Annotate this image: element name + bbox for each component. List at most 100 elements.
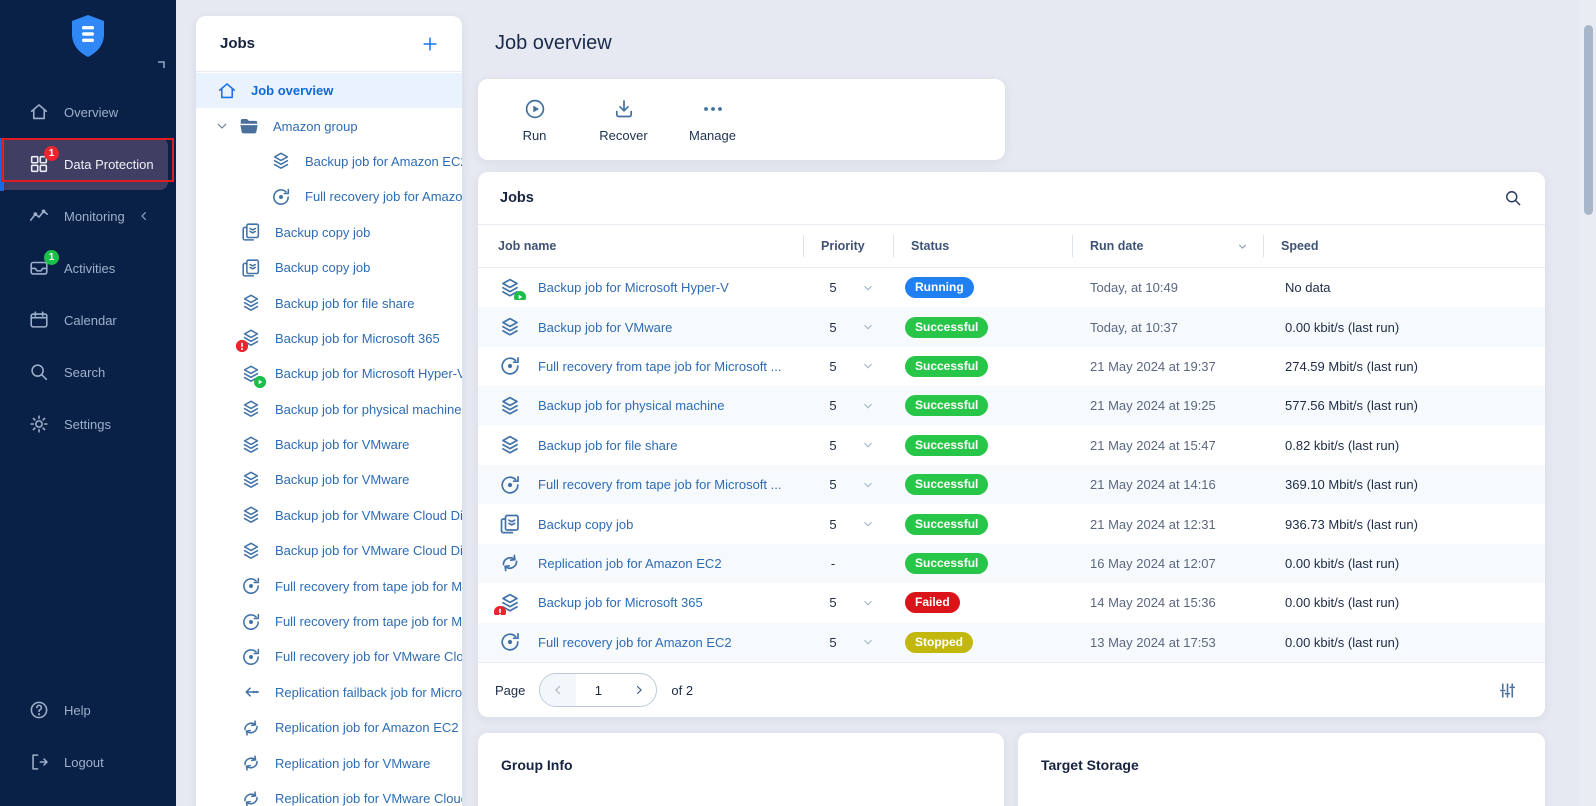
job-name-link[interactable]: Full recovery job for Amazon EC2 (538, 635, 732, 650)
jobs-tree-item[interactable]: Backup job for VMware Cloud Director (196, 498, 462, 533)
speed-cell: 369.10 Mbit/s (last run) (1263, 477, 1545, 492)
job-name-link[interactable]: Backup copy job (538, 517, 633, 532)
jobs-tree-item[interactable]: Backup copy job (196, 250, 462, 285)
sidebar-item-search[interactable]: Search (0, 346, 176, 398)
column-header-status[interactable]: Status (893, 225, 1072, 267)
run-date-cell: 21 May 2024 at 12:31 (1072, 517, 1263, 532)
tree-expander-chevron-icon[interactable] (214, 118, 230, 134)
jobs-tree-item[interactable]: Amazon group (196, 108, 462, 143)
jobs-tree-item[interactable]: Replication job for VMware (196, 745, 462, 780)
sort-chevron-icon[interactable] (1236, 240, 1249, 253)
collapse-chevron-icon[interactable] (137, 209, 151, 223)
job-name-link[interactable]: Full recovery from tape job for Microsof… (538, 477, 781, 492)
column-header-speed[interactable]: Speed (1263, 225, 1545, 267)
column-header-job-name[interactable]: Job name (478, 225, 803, 267)
page-scrollbar-track[interactable] (1580, 0, 1596, 806)
jobs-tree-item[interactable]: Replication job for Amazon EC2 (196, 710, 462, 745)
sidebar-item-label: Logout (64, 755, 104, 770)
next-page-button[interactable] (621, 674, 656, 706)
priority-dropdown-chevron-icon[interactable] (861, 399, 875, 413)
sidebar-item-data-protection[interactable]: 1 Data Protection (0, 138, 168, 190)
priority-dropdown-chevron-icon[interactable] (861, 517, 875, 531)
recovery-job-icon (498, 354, 522, 378)
job-name-link[interactable]: Replication job for Amazon EC2 (538, 556, 722, 571)
priority-dropdown-chevron-icon[interactable] (861, 320, 875, 334)
job-name-link[interactable]: Full recovery from tape job for Microsof… (538, 359, 781, 374)
sidebar-item-calendar[interactable]: Calendar (0, 294, 176, 346)
jobs-tree-item[interactable]: Full recovery from tape job for Microsof… (196, 604, 462, 639)
jobs-tree-item[interactable]: Replication job for VMware Cloud Directo… (196, 781, 462, 806)
page-scrollbar-thumb[interactable] (1584, 25, 1593, 215)
jobs-tree-item[interactable]: Full recovery job for VMware Cloud Direc… (196, 639, 462, 674)
job-name-link[interactable]: Backup job for file share (538, 438, 677, 453)
status-badge: Successful (905, 317, 988, 338)
table-row: Backup job for Microsoft Hyper-V 5 Runni… (478, 268, 1545, 307)
priority-cell: 5 (803, 438, 893, 453)
jobs-tree-item[interactable]: Backup job for Microsoft 365 (196, 321, 462, 356)
jobs-tree-item[interactable]: Backup job for VMware (196, 462, 462, 497)
sidebar-item-activities[interactable]: 1 Activities (0, 242, 176, 294)
priority-value: 5 (817, 477, 849, 492)
notification-badge: 1 (44, 250, 59, 265)
status-badge: Successful (905, 474, 988, 495)
table-settings-sliders-icon[interactable] (1498, 681, 1517, 700)
jobs-tree-item[interactable]: Replication failback job for Microsoft H… (196, 675, 462, 710)
recovery-job-icon (498, 473, 522, 497)
status-cell: Successful (893, 553, 1072, 574)
job-name-link[interactable]: Backup job for physical machine (538, 398, 724, 413)
jobs-tree-item[interactable]: Backup job for Amazon EC2 (196, 144, 462, 179)
jobs-table-title: Jobs (500, 190, 534, 206)
sidebar-collapse-corner-icon[interactable] (156, 60, 166, 70)
backup-icon (270, 150, 292, 172)
priority-dropdown-chevron-icon[interactable] (861, 359, 875, 373)
sidebar-item-monitoring[interactable]: Monitoring (0, 190, 176, 242)
status-badge: Successful (905, 395, 988, 416)
manage-button[interactable]: Manage (668, 79, 757, 160)
manage-icon (701, 97, 725, 121)
jobs-tree-item-label: Replication job for Amazon EC2 (275, 720, 459, 735)
backup-job-icon (498, 276, 522, 300)
sidebar-item-overview[interactable]: Overview (0, 86, 176, 138)
prev-page-button[interactable] (540, 674, 575, 706)
job-name-link[interactable]: Backup job for VMware (538, 320, 672, 335)
speed-cell: 274.59 Mbit/s (last run) (1263, 359, 1545, 374)
column-header-priority[interactable]: Priority (803, 225, 893, 267)
jobs-tree-item[interactable]: Backup job for Microsoft Hyper-V (196, 356, 462, 391)
run-button[interactable]: Run (490, 79, 579, 160)
priority-cell: 5 (803, 595, 893, 610)
jobs-tree-item[interactable]: Full recovery job for Amazon EC2 (196, 179, 462, 214)
priority-dropdown-chevron-icon[interactable] (861, 596, 875, 610)
jobs-tree-item[interactable]: Backup job for physical machine (196, 392, 462, 427)
backup-job-icon (498, 394, 522, 418)
table-row: Full recovery job for Amazon EC2 5 Stopp… (478, 623, 1545, 662)
app-logo-shield-icon (68, 13, 108, 59)
current-page-input[interactable]: 1 (576, 683, 621, 698)
column-header-run-date[interactable]: Run date (1072, 225, 1263, 267)
sidebar-item-settings[interactable]: Settings (0, 398, 176, 450)
jobs-tree-item[interactable]: Backup job for file share (196, 285, 462, 320)
speed-cell: 0.00 kbit/s (last run) (1263, 595, 1545, 610)
jobs-tree-item[interactable]: Backup job for VMware (196, 427, 462, 462)
active-item-indicator (0, 138, 4, 191)
jobs-tree-item[interactable]: Backup job for VMware Cloud Director (196, 533, 462, 568)
sidebar-item-label: Calendar (64, 313, 117, 328)
priority-dropdown-chevron-icon[interactable] (861, 438, 875, 452)
priority-dropdown-chevron-icon[interactable] (861, 281, 875, 295)
job-name-link[interactable]: Backup job for Microsoft 365 (538, 595, 703, 610)
sidebar-item-help[interactable]: Help (0, 684, 176, 736)
recover-button[interactable]: Recover (579, 79, 668, 160)
search-icon[interactable] (1503, 188, 1523, 208)
jobs-tree-item-label: Backup job for VMware Cloud Director (275, 508, 462, 523)
priority-dropdown-chevron-icon[interactable] (861, 635, 875, 649)
status-badge: Failed (905, 592, 960, 613)
add-job-button[interactable] (420, 34, 440, 54)
sidebar-item-logout[interactable]: Logout (0, 736, 176, 788)
status-badge: Successful (905, 514, 988, 535)
jobs-tree-item[interactable]: Backup copy job (196, 215, 462, 250)
jobs-tree-item[interactable]: Job overview (196, 73, 462, 108)
priority-dropdown-chevron-icon[interactable] (861, 478, 875, 492)
job-name-link[interactable]: Backup job for Microsoft Hyper-V (538, 280, 729, 295)
jobs-tree-item[interactable]: Full recovery from tape job for Microsof… (196, 568, 462, 603)
copy-job-icon (498, 512, 522, 536)
backup-icon (240, 434, 262, 456)
